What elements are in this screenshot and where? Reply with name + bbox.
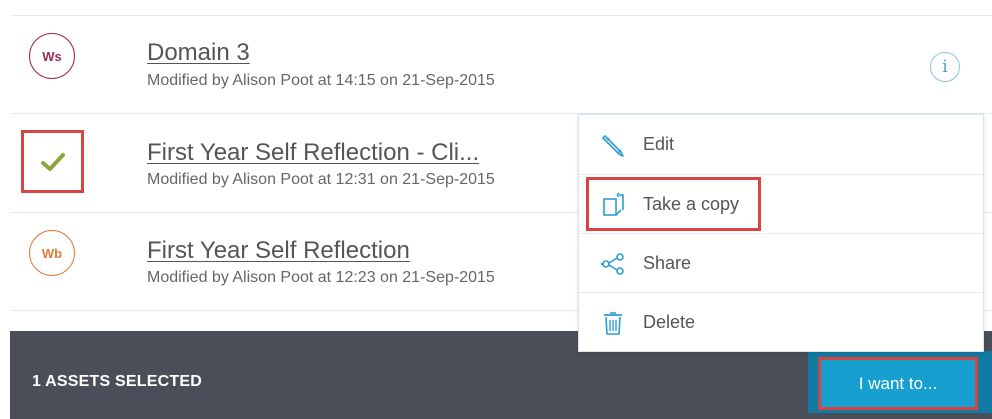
asset-title[interactable]: First Year Self Reflection - Cli... bbox=[147, 139, 479, 167]
asset-meta: Modified by Alison Poot at 12:23 on 21-S… bbox=[147, 269, 495, 286]
actions-menu: Edit Take a copy Share Delete bbox=[578, 114, 984, 352]
action-button-container: I want to... bbox=[808, 351, 992, 413]
menu-item-edit[interactable]: Edit bbox=[579, 115, 983, 174]
asset-type-badge[interactable]: Wb bbox=[29, 230, 75, 276]
menu-item-label: Edit bbox=[643, 134, 675, 154]
menu-item-label: Share bbox=[643, 253, 692, 273]
share-icon bbox=[600, 253, 624, 275]
menu-item-delete[interactable]: Delete bbox=[579, 292, 983, 351]
copy-icon bbox=[603, 192, 624, 216]
checkmark-icon bbox=[40, 152, 65, 171]
info-icon[interactable]: i bbox=[930, 52, 960, 82]
trash-icon bbox=[604, 312, 622, 335]
asset-meta: Modified by Alison Poot at 14:15 on 21-S… bbox=[147, 72, 495, 89]
selected-count: 1 ASSETS SELECTED bbox=[32, 373, 202, 390]
asset-title[interactable]: Domain 3 bbox=[147, 39, 250, 67]
menu-item-take-a-copy[interactable]: Take a copy bbox=[579, 174, 983, 233]
asset-type-badge[interactable]: Ws bbox=[29, 33, 75, 79]
asset-title[interactable]: First Year Self Reflection bbox=[147, 237, 410, 265]
asset-row[interactable]: Ws Domain 3 Modified by Alison Poot at 1… bbox=[0, 15, 992, 113]
menu-item-share[interactable]: Share bbox=[579, 233, 983, 292]
menu-item-label: Take a copy bbox=[643, 194, 740, 214]
i-want-to-button[interactable]: I want to... bbox=[818, 357, 978, 410]
menu-item-label: Delete bbox=[643, 312, 696, 332]
asset-meta: Modified by Alison Poot at 12:31 on 21-S… bbox=[147, 171, 495, 188]
pencil-icon bbox=[602, 135, 624, 157]
selected-checkbox[interactable] bbox=[21, 130, 84, 193]
